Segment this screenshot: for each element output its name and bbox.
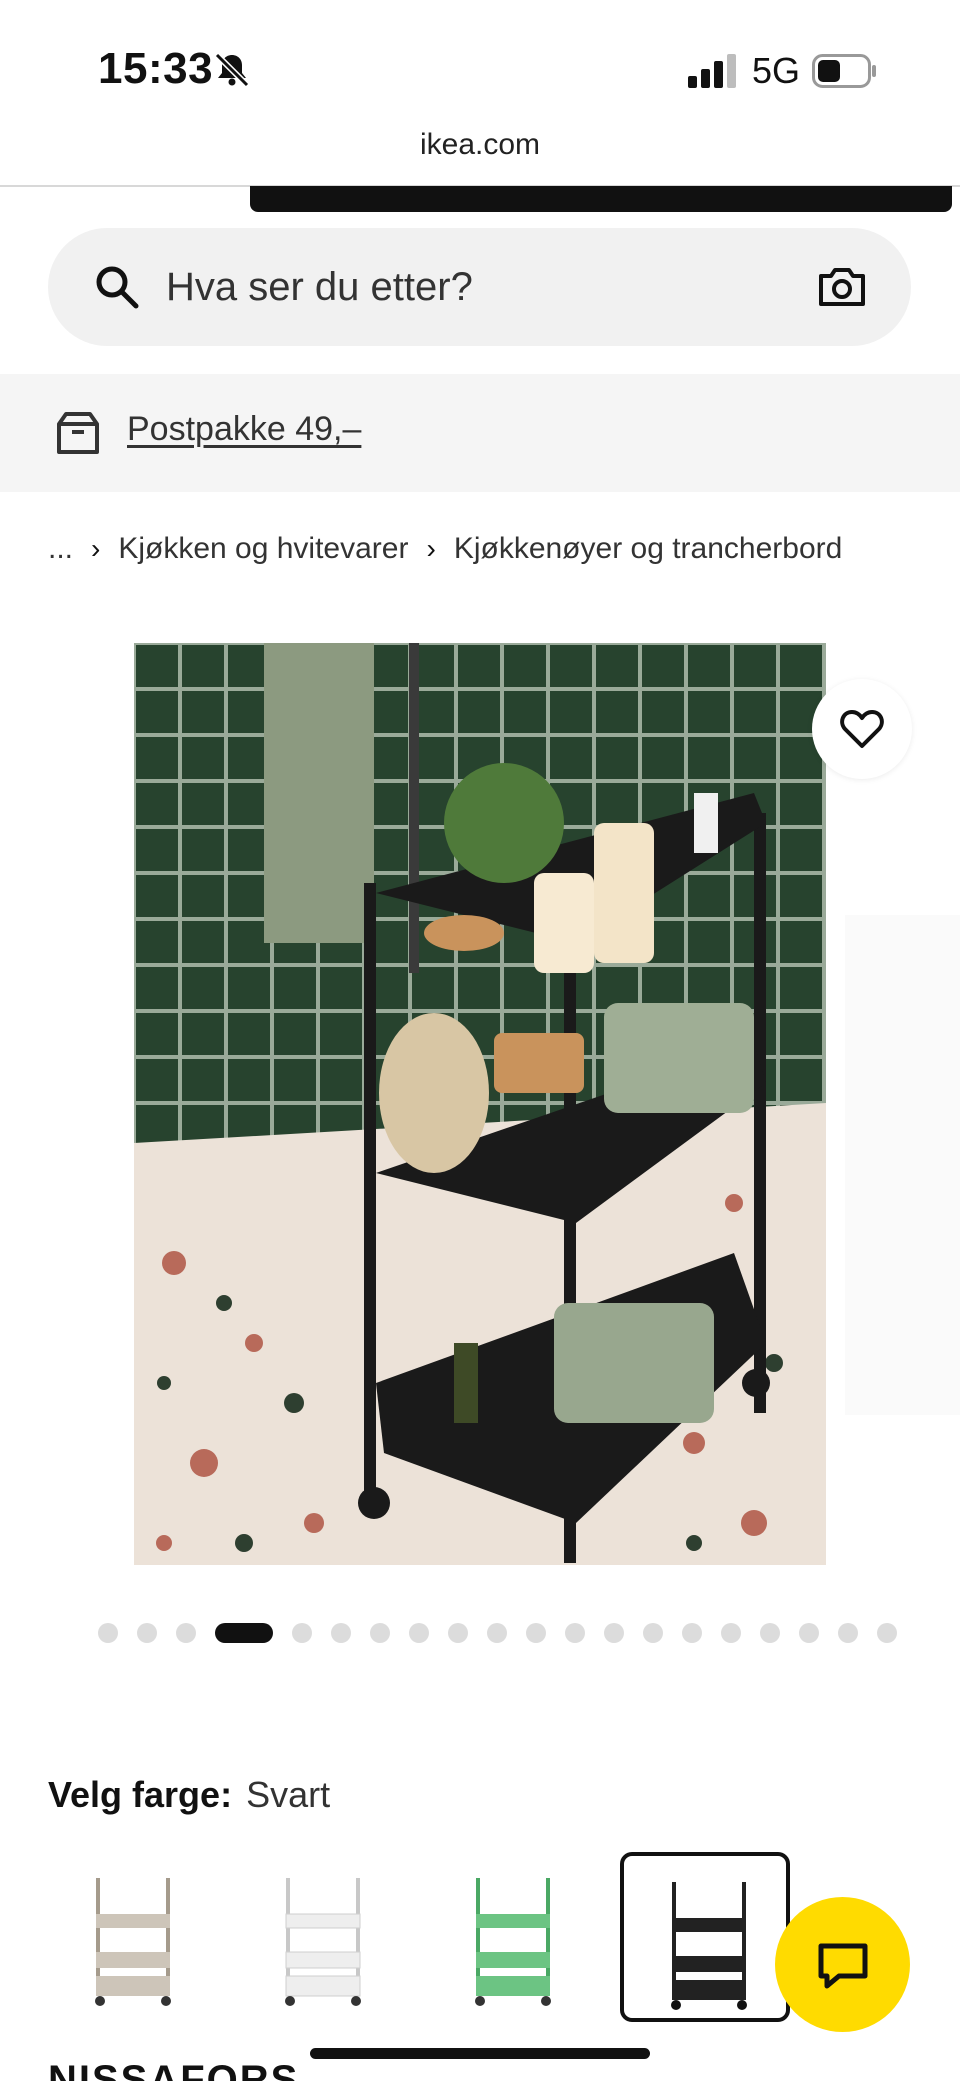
carousel-indicators[interactable] (98, 1622, 916, 1644)
product-photo (134, 643, 826, 1565)
color-swatch-green[interactable] (428, 1852, 598, 2022)
search-bar[interactable] (48, 228, 911, 346)
favorite-button[interactable] (812, 679, 912, 779)
color-label: Velg farge: (48, 1774, 233, 1815)
carousel-dot[interactable] (526, 1623, 546, 1643)
cart-thumbnail (95, 1878, 171, 2006)
carousel-dot[interactable] (176, 1623, 196, 1643)
chevron-right-icon: › (91, 533, 101, 564)
product-name: NISSAFORS (48, 2058, 300, 2081)
carousel-dot[interactable] (760, 1623, 780, 1643)
carousel-dot[interactable] (799, 1623, 819, 1643)
postpakke-link[interactable]: Postpakke 49,– (127, 410, 361, 449)
carousel-dot[interactable] (487, 1623, 507, 1643)
carousel-dot[interactable] (565, 1623, 585, 1643)
carousel-dot[interactable] (721, 1623, 741, 1643)
carousel-dot[interactable] (98, 1623, 118, 1643)
carousel-dot[interactable] (877, 1623, 897, 1643)
carousel-dot[interactable] (448, 1623, 468, 1643)
bell-slash-icon (214, 52, 250, 88)
status-time: 15:33 (98, 44, 214, 93)
carousel-dot[interactable] (409, 1623, 429, 1643)
chevron-right-icon: › (426, 533, 436, 564)
color-swatch-beige[interactable] (48, 1852, 218, 2022)
signal-icon (688, 54, 736, 88)
network-type: 5G (752, 50, 801, 91)
breadcrumb: ... › Kjøkken og hvitevarer › Kjøkkenøye… (48, 524, 842, 574)
color-swatch-black[interactable] (620, 1852, 790, 2022)
color-value: Svart (246, 1774, 331, 1815)
box-icon (57, 412, 99, 454)
search-icon[interactable] (94, 264, 140, 310)
carousel-dot[interactable] (331, 1623, 351, 1643)
carousel-dot[interactable] (838, 1623, 858, 1643)
battery-icon (812, 54, 876, 88)
carousel-dot[interactable] (643, 1623, 663, 1643)
status-bar: 15:33 5G (0, 0, 960, 120)
search-input[interactable] (166, 252, 766, 322)
color-selector-header: Velg farge: Svart (48, 1774, 330, 1816)
camera-icon[interactable] (817, 262, 867, 312)
delivery-banner: Postpakke 49,– (0, 374, 960, 492)
browser-url[interactable]: ikea.com (0, 128, 960, 186)
carousel-dot[interactable] (370, 1623, 390, 1643)
carousel-dot[interactable] (137, 1623, 157, 1643)
promo-banner[interactable] (250, 186, 952, 212)
carousel-dot[interactable] (292, 1623, 312, 1643)
cart-thumbnail (475, 1878, 551, 2006)
carousel-dot-active[interactable] (215, 1623, 273, 1643)
cart-thumbnail (285, 1878, 361, 2006)
next-image-peek (845, 915, 960, 1415)
breadcrumb-ellipsis[interactable]: ... (48, 532, 73, 566)
heart-icon[interactable] (840, 709, 884, 749)
breadcrumb-item[interactable]: Kjøkkenøyer og trancherbord (454, 532, 843, 566)
color-swatch-white[interactable] (238, 1852, 408, 2022)
breadcrumb-item[interactable]: Kjøkken og hvitevarer (118, 532, 408, 566)
product-image[interactable] (134, 643, 826, 1565)
cart-thumbnail (671, 1882, 747, 2010)
chat-button[interactable] (775, 1897, 910, 2032)
home-indicator[interactable] (310, 2048, 650, 2059)
carousel-dot[interactable] (604, 1623, 624, 1643)
chat-icon[interactable] (817, 1942, 869, 1990)
carousel-dot[interactable] (682, 1623, 702, 1643)
